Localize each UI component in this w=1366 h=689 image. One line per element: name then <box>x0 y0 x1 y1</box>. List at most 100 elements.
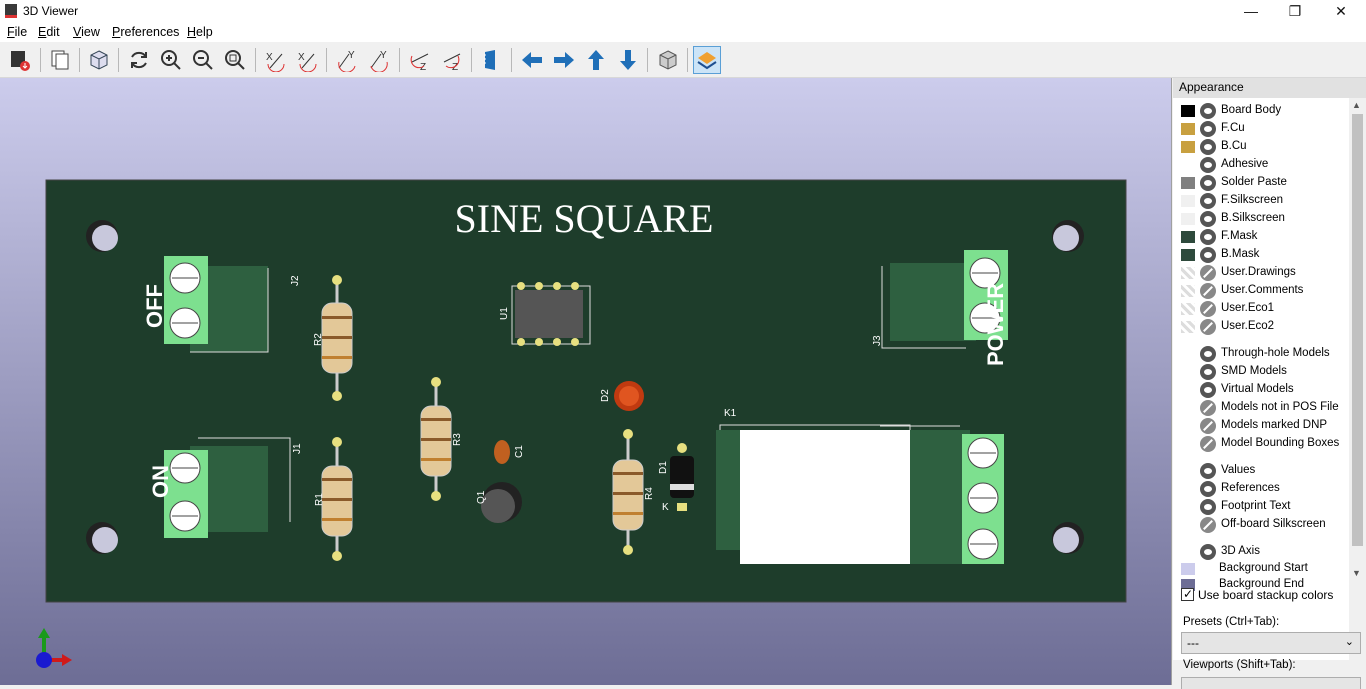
minimize-button[interactable]: — <box>1228 0 1274 22</box>
board-3d-icon[interactable] <box>85 46 113 74</box>
eye-hidden-icon[interactable] <box>1200 400 1216 416</box>
layer-row-b-cu[interactable]: B.Cu <box>1173 138 1349 156</box>
eye-icon[interactable] <box>1200 481 1216 497</box>
chevron-down-icon: ⌄ <box>1344 636 1354 648</box>
layer-row-adhesive[interactable]: Adhesive <box>1173 156 1349 174</box>
color-swatch[interactable] <box>1181 285 1195 297</box>
color-swatch[interactable] <box>1181 303 1195 315</box>
layer-row-b-silkscreen[interactable]: B.Silkscreen <box>1173 210 1349 228</box>
copy-clipboard-icon[interactable] <box>46 46 74 74</box>
export-image-icon[interactable] <box>6 46 34 74</box>
eye-icon[interactable] <box>1200 121 1216 137</box>
eye-icon[interactable] <box>1200 211 1216 227</box>
eye-hidden-icon[interactable] <box>1200 517 1216 533</box>
layer-row-user-eco2[interactable]: User.Eco2 <box>1173 318 1349 336</box>
color-swatch[interactable] <box>1181 177 1195 189</box>
layer-row-board-body[interactable]: Board Body <box>1173 102 1349 120</box>
eye-icon[interactable] <box>1200 382 1216 398</box>
layer-scrollbar[interactable]: ▲ ▼ <box>1349 98 1366 583</box>
eye-icon[interactable] <box>1200 364 1216 380</box>
color-swatch[interactable] <box>1181 267 1195 279</box>
layers-manager-icon[interactable] <box>693 46 721 74</box>
viewports-select[interactable] <box>1181 677 1361 689</box>
eye-hidden-icon[interactable] <box>1200 418 1216 434</box>
flip-board-icon[interactable] <box>477 46 505 74</box>
svg-text:X: X <box>298 52 305 63</box>
eye-icon[interactable] <box>1200 229 1216 245</box>
orthographic-icon[interactable] <box>654 46 682 74</box>
rotate-y-cw-icon[interactable]: Y <box>333 46 361 74</box>
rotate-z-cw-icon[interactable]: Z <box>406 46 434 74</box>
layer-row-solder-paste[interactable]: Solder Paste <box>1173 174 1349 192</box>
menu-file[interactable]: File <box>7 25 27 39</box>
eye-icon[interactable] <box>1200 193 1216 209</box>
eye-icon[interactable] <box>1200 499 1216 515</box>
color-swatch[interactable] <box>1181 249 1195 261</box>
layer-row-f-mask[interactable]: F.Mask <box>1173 228 1349 246</box>
layer-row-f-silkscreen[interactable]: F.Silkscreen <box>1173 192 1349 210</box>
model-row-dnp[interactable]: Models marked DNP <box>1173 417 1349 435</box>
layer-row-user-drawings[interactable]: User.Drawings <box>1173 264 1349 282</box>
eye-hidden-icon[interactable] <box>1200 436 1216 452</box>
text-row-off-board-silkscreen[interactable]: Off-board Silkscreen <box>1173 516 1349 534</box>
rotate-x-cw-icon[interactable]: X <box>262 46 290 74</box>
menu-preferences[interactable]: Preferences <box>112 25 179 39</box>
model-row-virtual[interactable]: Virtual Models <box>1173 381 1349 399</box>
reload-icon[interactable] <box>125 46 153 74</box>
layer-row-user-comments[interactable]: User.Comments <box>1173 282 1349 300</box>
pan-right-icon[interactable] <box>550 46 578 74</box>
scroll-down-icon[interactable]: ▼ <box>1352 568 1361 578</box>
layer-row-b-mask[interactable]: B.Mask <box>1173 246 1349 264</box>
eye-hidden-icon[interactable] <box>1200 265 1216 281</box>
3d-viewport[interactable]: SINE SQUARE OFF J2 R2 U1 POWER J3 D2 K1 … <box>0 78 1172 685</box>
text-row-footprint-text[interactable]: Footprint Text <box>1173 498 1349 516</box>
close-button[interactable]: ✕ <box>1318 0 1364 22</box>
eye-icon[interactable] <box>1200 157 1216 173</box>
eye-icon[interactable] <box>1200 463 1216 479</box>
model-row-smd[interactable]: SMD Models <box>1173 363 1349 381</box>
row-3d-axis[interactable]: 3D Axis <box>1173 543 1349 561</box>
pan-left-icon[interactable] <box>518 46 546 74</box>
eye-hidden-icon[interactable] <box>1200 301 1216 317</box>
zoom-in-icon[interactable] <box>157 46 185 74</box>
eye-hidden-icon[interactable] <box>1200 283 1216 299</box>
rotate-x-ccw-icon[interactable]: X <box>294 46 322 74</box>
menu-help[interactable]: Help <box>187 25 213 39</box>
layer-row-user-eco1[interactable]: User.Eco1 <box>1173 300 1349 318</box>
model-row-through-hole[interactable]: Through-hole Models <box>1173 345 1349 363</box>
menu-view[interactable]: View <box>73 25 100 39</box>
eye-icon[interactable] <box>1200 346 1216 362</box>
eye-icon[interactable] <box>1200 247 1216 263</box>
pan-up-icon[interactable] <box>582 46 610 74</box>
scroll-thumb[interactable] <box>1352 114 1363 546</box>
eye-icon[interactable] <box>1200 139 1216 155</box>
color-swatch[interactable] <box>1181 321 1195 333</box>
text-row-references[interactable]: References <box>1173 480 1349 498</box>
color-swatch[interactable] <box>1181 105 1195 117</box>
color-swatch[interactable] <box>1181 123 1195 135</box>
model-row-not-in-pos[interactable]: Models not in POS File <box>1173 399 1349 417</box>
zoom-fit-icon[interactable] <box>221 46 249 74</box>
pan-down-icon[interactable] <box>614 46 642 74</box>
checkbox-checked-icon[interactable] <box>1181 587 1194 601</box>
color-swatch[interactable] <box>1181 213 1195 225</box>
color-swatch[interactable] <box>1181 563 1195 575</box>
color-swatch[interactable] <box>1181 231 1195 243</box>
maximize-button[interactable]: ❐ <box>1272 0 1318 22</box>
layer-row-f-cu[interactable]: F.Cu <box>1173 120 1349 138</box>
rotate-y-ccw-icon[interactable]: Y <box>365 46 393 74</box>
color-swatch[interactable] <box>1181 195 1195 207</box>
color-swatch[interactable] <box>1181 141 1195 153</box>
menu-edit[interactable]: Edit <box>38 25 60 39</box>
rotate-z-ccw-icon[interactable]: Z <box>438 46 466 74</box>
zoom-out-icon[interactable] <box>189 46 217 74</box>
use-stackup-checkbox[interactable]: Use board stackup colors <box>1181 587 1333 602</box>
eye-icon[interactable] <box>1200 103 1216 119</box>
eye-hidden-icon[interactable] <box>1200 319 1216 335</box>
presets-select[interactable]: --- ⌄ <box>1181 632 1361 654</box>
model-row-bounding-boxes[interactable]: Model Bounding Boxes <box>1173 435 1349 453</box>
eye-icon[interactable] <box>1200 175 1216 191</box>
text-row-values[interactable]: Values <box>1173 462 1349 480</box>
eye-icon[interactable] <box>1200 544 1216 560</box>
scroll-up-icon[interactable]: ▲ <box>1352 100 1361 110</box>
